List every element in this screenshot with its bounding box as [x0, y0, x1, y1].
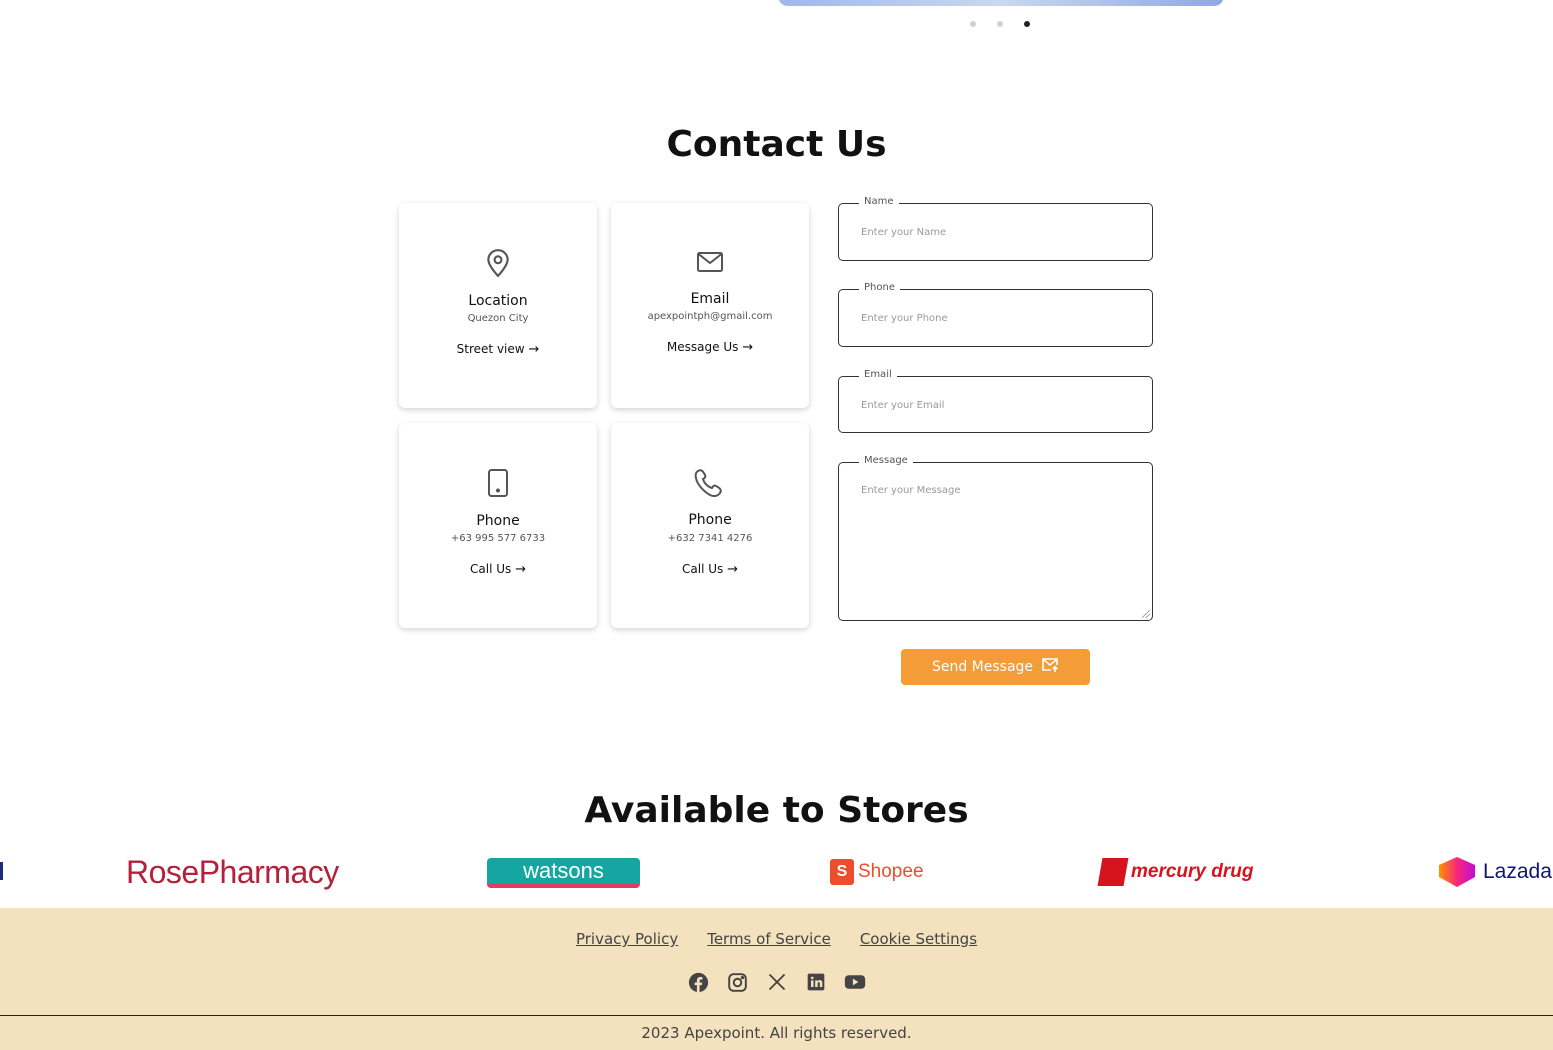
- store-logo-text: mercury drug: [1131, 861, 1254, 882]
- name-field: Name: [838, 196, 1153, 261]
- message-us-link[interactable]: Message Us →: [611, 340, 809, 355]
- mercury-drug-logo: mercury drug: [1097, 852, 1254, 892]
- name-input[interactable]: [839, 204, 1152, 260]
- carousel-dot-3[interactable]: [1024, 21, 1030, 27]
- phone-input[interactable]: [839, 290, 1152, 346]
- card-sub: apexpointph@gmail.com: [647, 311, 773, 322]
- email-label: Email: [859, 369, 897, 380]
- arrow-right-icon: →: [742, 340, 754, 355]
- footer-divider: [0, 1015, 1553, 1016]
- card-title: Phone: [688, 512, 732, 528]
- name-label: Name: [859, 196, 899, 207]
- watsons-logo: watsons: [487, 858, 640, 888]
- phone-label: Phone: [859, 282, 900, 293]
- shopee-bag-icon: S: [830, 859, 854, 885]
- store-logo-text: Shopee: [858, 861, 924, 882]
- store-logo-text: RosePharmacy: [126, 853, 339, 890]
- call-us-link[interactable]: Call Us →: [399, 562, 597, 577]
- social-links: [0, 971, 1553, 993]
- carousel-image: [778, 0, 1224, 6]
- card-link-label: Street view: [456, 342, 525, 356]
- carousel-dot-2[interactable]: [997, 21, 1003, 27]
- store-logo-text: Lazada: [1483, 860, 1552, 883]
- envelope-icon: [611, 250, 809, 282]
- message-label: Message: [859, 455, 913, 466]
- email-card: Email apexpointph@gmail.com Message Us →: [611, 203, 809, 408]
- email-input[interactable]: [839, 377, 1152, 433]
- cookie-settings-link[interactable]: Cookie Settings: [860, 930, 977, 948]
- arrow-right-icon: →: [727, 562, 738, 577]
- card-title: Location: [468, 293, 528, 309]
- mail-send-icon: [1041, 657, 1059, 677]
- arrow-right-icon: →: [515, 562, 526, 577]
- store-logo-partial: [0, 862, 3, 880]
- email-field: Email: [838, 369, 1153, 433]
- copyright-text: 2023 Apexpoint. All rights reserved.: [641, 1024, 912, 1042]
- mercury-figure-icon: [1097, 858, 1129, 886]
- x-icon[interactable]: [766, 971, 788, 993]
- store-logo-text: watsons: [523, 858, 604, 883]
- street-view-link[interactable]: Street view →: [399, 342, 597, 357]
- location-pin-icon: [399, 248, 597, 280]
- mobile-phone-card: Phone +63 995 577 6733 Call Us →: [399, 423, 597, 628]
- carousel-dots: [970, 21, 1030, 27]
- terms-of-service-link[interactable]: Terms of Service: [707, 930, 831, 948]
- shopee-logo: S Shopee: [830, 852, 924, 892]
- rose-pharmacy-logo: RosePharmacy: [126, 852, 339, 892]
- message-textarea[interactable]: [839, 463, 1152, 615]
- location-card: Location Quezon City Street view →: [399, 203, 597, 408]
- send-message-button[interactable]: Send Message: [901, 649, 1090, 685]
- card-title: Email: [690, 291, 730, 307]
- linkedin-icon[interactable]: [805, 971, 827, 993]
- footer: Privacy Policy Terms of Service Cookie S…: [0, 908, 1553, 1050]
- carousel-dot-1[interactable]: [970, 21, 976, 27]
- resize-handle[interactable]: [1142, 610, 1150, 618]
- message-field: Message: [838, 455, 1153, 621]
- contact-title: Contact Us: [666, 124, 887, 165]
- arrow-right-icon: →: [528, 342, 540, 357]
- instagram-icon[interactable]: [727, 971, 749, 993]
- footer-links: Privacy Policy Terms of Service Cookie S…: [0, 930, 1553, 948]
- card-sub: Quezon City: [467, 313, 529, 324]
- card-link-label: Call Us: [682, 562, 724, 576]
- card-link-label: Message Us: [666, 340, 739, 354]
- telephone-icon: [611, 468, 809, 500]
- stores-title: Available to Stores: [584, 790, 969, 831]
- phone-field: Phone: [838, 282, 1153, 347]
- youtube-icon[interactable]: [844, 971, 866, 993]
- card-sub: +63 995 577 6733: [450, 533, 546, 544]
- lazada-logo: Lazada: [1437, 852, 1552, 892]
- card-sub: +632 7341 4276: [667, 533, 753, 544]
- privacy-policy-link[interactable]: Privacy Policy: [576, 930, 678, 948]
- send-message-label: Send Message: [931, 659, 1034, 675]
- facebook-icon[interactable]: [688, 971, 710, 993]
- call-us-link[interactable]: Call Us →: [611, 562, 809, 577]
- card-link-label: Call Us: [470, 562, 512, 576]
- telephone-card: Phone +632 7341 4276 Call Us →: [611, 423, 809, 628]
- lazada-heart-icon: [1439, 857, 1475, 887]
- mobile-phone-icon: [399, 468, 597, 500]
- card-title: Phone: [476, 513, 520, 529]
